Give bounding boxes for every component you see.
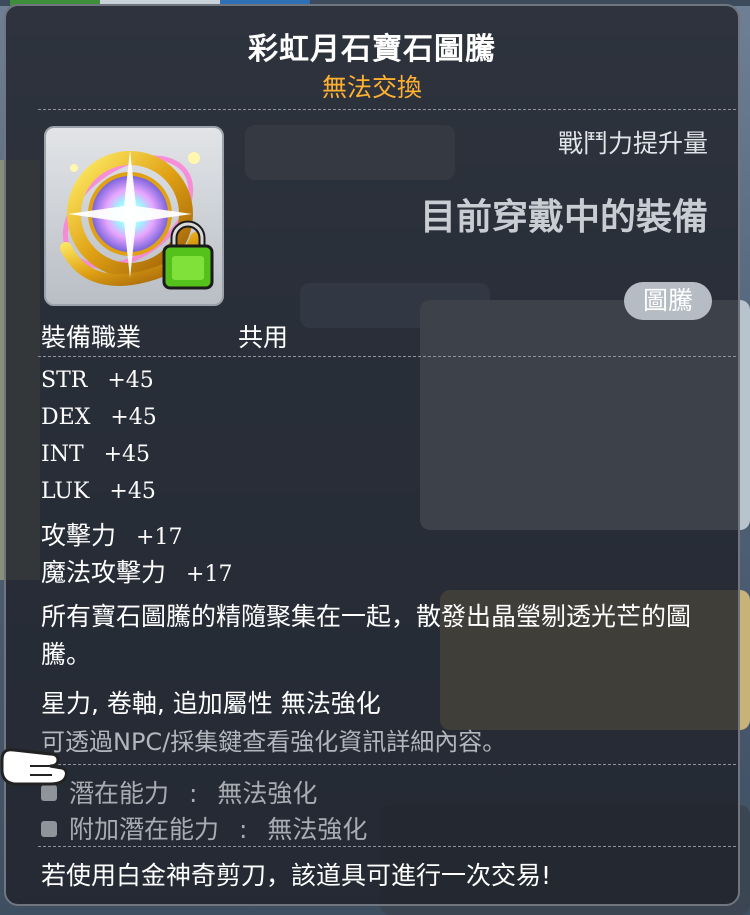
enhance-hint: 可透過NPC/採集鍵查看強化資訊詳細內容。 [41, 728, 507, 756]
item-type-badge: 圖騰 [624, 282, 712, 320]
stat-name: STR [41, 368, 88, 393]
stat-row: 魔法攻擊力 +17 [41, 553, 232, 590]
totem-gem-icon [60, 150, 214, 290]
stat-row: DEX +45 [41, 405, 232, 442]
divider [38, 356, 736, 358]
potential-row: 潛在能力 : 無法強化 [41, 774, 317, 810]
bonus-potential-value: 無法強化 [267, 815, 368, 844]
item-name: 彩虹月石寶石圖騰 [248, 32, 496, 67]
stat-value: +45 [107, 368, 154, 393]
item-icon-frame [44, 126, 224, 306]
item-description: 所有寶石圖騰的精隨聚集在一起，散發出晶瑩剔透光芒的圖騰。 [41, 602, 692, 669]
stat-value: +17 [186, 562, 233, 587]
stat-row: STR +45 [41, 368, 232, 405]
job-label: 裝備職業 [41, 323, 142, 352]
stat-name: 攻擊力 [41, 521, 117, 550]
stat-name: 魔法攻擊力 [41, 558, 167, 587]
stat-value: +45 [109, 479, 156, 504]
combat-power-label: 戰鬥力提升量 [557, 129, 708, 158]
stat-name: LUK [41, 479, 90, 504]
stat-row: INT +45 [41, 442, 232, 479]
stat-name: DEX [41, 405, 91, 430]
combat-power-value: 目前穿戴中的裝備 [419, 197, 708, 238]
bonus-potential-row: 附加潛在能力 : 無法強化 [41, 810, 367, 846]
divider [38, 764, 736, 766]
stat-name: INT [41, 442, 84, 467]
potential-label: 潛在能力 [69, 779, 170, 808]
glove-cursor-icon [0, 748, 68, 786]
enhance-note: 星力, 卷軸, 追加屬性 無法強化 [41, 689, 381, 718]
bonus-potential-bullet-icon [41, 821, 57, 837]
divider [38, 109, 736, 111]
stat-value: +45 [110, 405, 157, 430]
stats-list: STR +45 DEX +45 INT +45 LUK +45 攻擊力 +17 魔法攻擊力… [41, 368, 232, 590]
bonus-potential-label: 附加潛在能力 [69, 815, 220, 844]
item-tooltip: 彩虹月石寶石圖騰 無法交換 戰鬥力提升量 目前穿戴中的裝備 圖騰 裝備職業 共用… [4, 4, 740, 906]
trade-status: 無法交換 [321, 73, 422, 102]
divider [38, 846, 736, 848]
stat-row: LUK +45 [41, 479, 232, 516]
stat-row: 攻擊力 +17 [41, 516, 232, 553]
stat-value: +17 [136, 525, 183, 550]
stat-value: +45 [103, 442, 151, 467]
bonus-potential-separator: : [238, 815, 248, 844]
potential-separator: : [188, 779, 198, 808]
scissors-footer-note: 若使用白金神奇剪刀，該道具可進行一次交易! [41, 861, 552, 890]
potential-value: 無法強化 [217, 779, 318, 808]
job-value: 共用 [238, 323, 289, 352]
